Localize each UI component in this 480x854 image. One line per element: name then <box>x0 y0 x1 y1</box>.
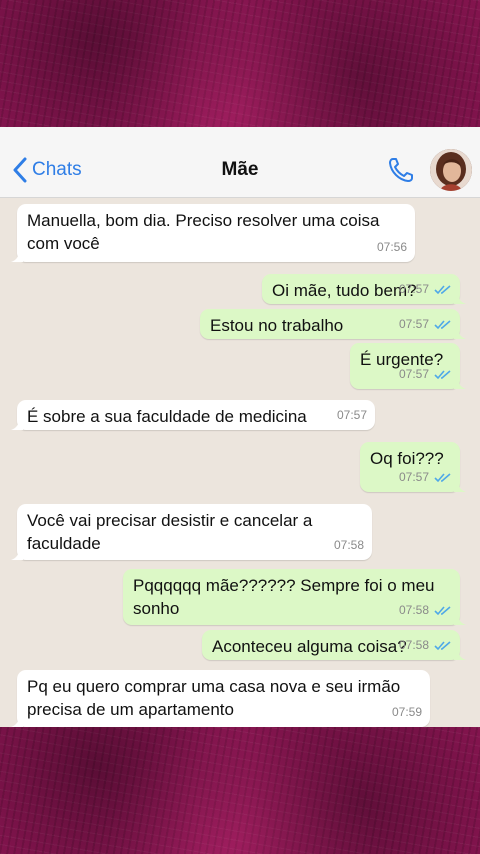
message-meta: 07:59 <box>392 701 422 724</box>
message-text: É sobre a sua faculdade de medicina <box>27 407 307 426</box>
message-time: 07:57 <box>398 282 429 296</box>
bubble-tail <box>11 548 23 560</box>
message-time: 07:58 <box>333 538 364 552</box>
bubble-tail <box>454 648 466 660</box>
chat-header: Chats Mãe <box>0 127 480 198</box>
message-meta: 07:58 <box>334 534 364 557</box>
double-check-icon <box>434 605 451 615</box>
call-button[interactable] <box>386 155 416 185</box>
decorative-top-band <box>0 0 480 127</box>
message-time: 07:59 <box>391 705 422 719</box>
bubble-tail <box>454 292 466 304</box>
incoming-message[interactable]: Manuella, bom dia. Preciso resolver uma … <box>11 204 415 262</box>
message-meta: 07:56 <box>377 236 407 259</box>
double-check-icon <box>434 472 451 482</box>
outgoing-message[interactable]: É urgente? 07:57 <box>350 343 466 389</box>
message-time: 07:56 <box>376 240 407 254</box>
message-text: Manuella, bom dia. Preciso resolver uma … <box>27 211 380 253</box>
outgoing-message[interactable]: Pqqqqqq mãe?????? Sempre foi o meu sonho… <box>123 569 466 625</box>
outgoing-message[interactable]: Aconteceu alguma coisa? 07:58 <box>202 630 466 660</box>
message-text: Você vai precisar desistir e cancelar a … <box>27 511 313 553</box>
double-check-icon <box>434 369 451 379</box>
double-check-icon <box>434 319 451 329</box>
message-time: 07:57 <box>398 367 429 381</box>
message-meta: 07:58 <box>399 599 452 622</box>
bubble-tail <box>11 418 23 430</box>
message-meta: 07:58 <box>399 634 452 657</box>
avatar-image <box>430 149 472 191</box>
message-meta: 07:57 <box>399 363 452 386</box>
message-time: 07:57 <box>336 408 367 422</box>
bubble-tail <box>454 613 466 625</box>
message-time: 07:57 <box>398 317 429 331</box>
message-text: Pqqqqqq mãe?????? Sempre foi o meu sonho <box>133 576 435 618</box>
outgoing-message[interactable]: Oq foi??? 07:57 <box>360 442 466 492</box>
bubble-tail <box>454 480 466 492</box>
message-text: Estou no trabalho <box>210 316 344 335</box>
message-time: 07:57 <box>398 470 429 484</box>
avatar[interactable] <box>430 149 472 191</box>
bubble-tail <box>11 715 23 727</box>
message-text: Oi mãe, tudo bem? <box>272 281 417 300</box>
double-check-icon <box>434 640 451 650</box>
message-text: Aconteceu alguma coisa? <box>212 637 407 656</box>
outgoing-message[interactable]: Estou no trabalho 07:57 <box>200 309 466 339</box>
bubble-tail <box>11 250 23 262</box>
message-time: 07:58 <box>398 638 429 652</box>
bubble-tail <box>454 327 466 339</box>
chat-screen: Chats Mãe Manuella, bom dia. Preciso res… <box>0 127 480 727</box>
phone-icon <box>389 158 413 182</box>
double-check-icon <box>434 284 451 294</box>
message-meta: 07:57 <box>399 313 452 336</box>
message-time: 07:58 <box>398 603 429 617</box>
message-meta: 07:57 <box>399 278 452 301</box>
message-meta: 07:57 <box>337 404 367 427</box>
incoming-message[interactable]: Pq eu quero comprar uma casa nova e seu … <box>11 670 430 727</box>
incoming-message[interactable]: Você vai precisar desistir e cancelar a … <box>11 504 372 560</box>
message-meta: 07:57 <box>399 466 452 489</box>
bubble-tail <box>454 377 466 389</box>
incoming-message[interactable]: É sobre a sua faculdade de medicina 07:57 <box>11 400 375 430</box>
message-text: Pq eu quero comprar uma casa nova e seu … <box>27 677 401 719</box>
outgoing-message[interactable]: Oi mãe, tudo bem? 07:57 <box>262 274 466 304</box>
decorative-bottom-band <box>0 727 480 854</box>
